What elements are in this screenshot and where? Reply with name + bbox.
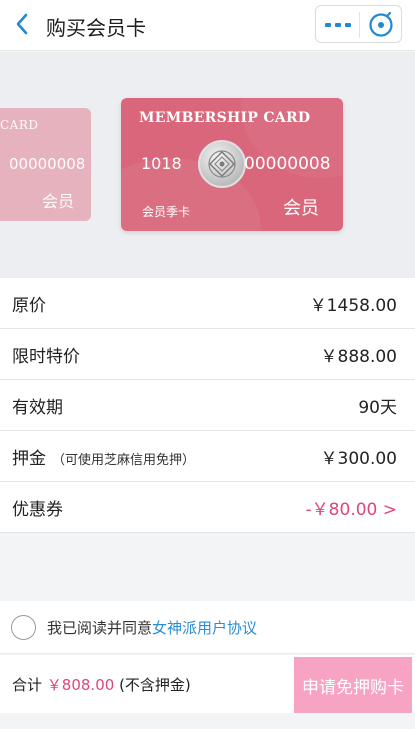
card-subtitle: 会员季卡: [142, 205, 191, 219]
membership-card-selected[interactable]: MEMBERSHIP CARD 1018 00000008 会员季卡 会员: [121, 98, 343, 231]
detail-row-original-price: 原价 ￥1458.00: [0, 278, 415, 329]
capsule-divider: [359, 12, 360, 38]
page-title: 购买会员卡: [46, 16, 146, 40]
card-emblem-icon: [198, 140, 246, 188]
total-price: ￥808.00: [46, 676, 115, 694]
total-label: 合计: [12, 676, 43, 694]
card-prefix: 1018: [141, 154, 182, 173]
detail-label: 优惠券: [12, 499, 63, 520]
total-summary: 合计 ￥808.00 (不含押金): [12, 674, 191, 695]
membership-card-previous[interactable]: CARD 00000008 会员: [0, 108, 91, 221]
detail-row-validity: 有效期 90天: [0, 380, 415, 431]
detail-row-special-price: 限时特价 ￥888.00: [0, 329, 415, 380]
agreement-text: 我已阅读并同意: [47, 618, 153, 637]
detail-row-coupon[interactable]: 优惠券 -￥80.00 >: [0, 482, 415, 533]
checkout-bar: 合计 ￥808.00 (不含押金) 申请免押购卡: [0, 655, 415, 713]
detail-label: 限时特价: [12, 346, 80, 367]
card-carousel[interactable]: CARD 00000008 会员 MEMBERSHIP CARD 1018 00…: [0, 52, 415, 278]
deposit-note: （可使用芝麻信用免押）: [52, 452, 196, 468]
detail-value: ￥300.00: [320, 448, 397, 469]
detail-row-deposit: 押金 （可使用芝麻信用免押） ￥300.00: [0, 431, 415, 482]
detail-value: ￥888.00: [320, 346, 397, 367]
purchase-details: 原价 ￥1458.00 限时特价 ￥888.00 有效期 90天 押金 （可使用芝…: [0, 278, 415, 533]
detail-label: 押金 （可使用芝麻信用免押）: [12, 444, 195, 469]
detail-label: 原价: [12, 295, 46, 316]
mini-program-capsule: [315, 5, 402, 43]
detail-label: 有效期: [12, 397, 63, 418]
agreement-checkbox[interactable]: [11, 614, 36, 640]
detail-value: 90天: [358, 397, 397, 418]
close-circle-icon[interactable]: [367, 11, 395, 39]
chevron-left-icon[interactable]: [8, 10, 36, 38]
deposit-label: 押金: [12, 448, 46, 469]
detail-value: ￥1458.00: [309, 295, 397, 316]
top-bar: 购买会员卡: [0, 0, 415, 51]
card-title: MEMBERSHIP CARD: [139, 110, 311, 126]
agreement-row: 我已阅读并同意 女神派用户协议: [0, 601, 415, 654]
user-agreement-link[interactable]: 女神派用户协议: [152, 617, 257, 638]
total-note: (不含押金): [119, 676, 191, 694]
card-number: 00000008: [9, 155, 86, 173]
more-dots-icon[interactable]: [324, 14, 352, 36]
card-name: 会员: [42, 192, 75, 211]
coupon-value[interactable]: -￥80.00 >: [306, 495, 397, 520]
card-name: 会员: [283, 198, 319, 219]
card-number: 00000008: [244, 154, 331, 174]
apply-deposit-free-purchase-button[interactable]: 申请免押购卡: [294, 657, 412, 713]
card-title: CARD: [0, 118, 39, 132]
